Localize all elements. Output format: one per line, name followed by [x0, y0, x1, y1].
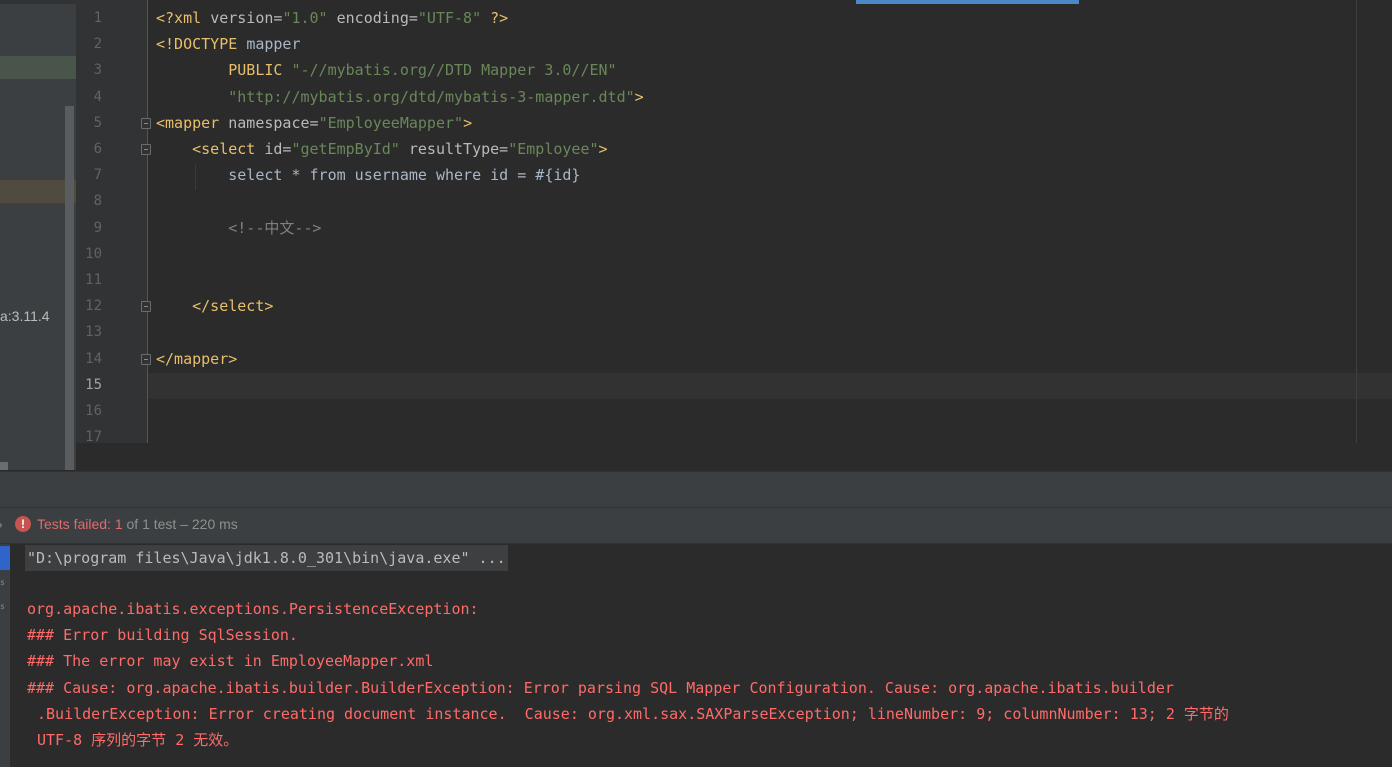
code-text[interactable]: <select id="getEmpById" resultType="Empl…	[156, 136, 608, 162]
line-number: 9	[93, 219, 102, 236]
line-number: 4	[93, 88, 102, 105]
line-number: 17	[85, 429, 102, 443]
code-text[interactable]: PUBLIC "-//mybatis.org//DTD Mapper 3.0//…	[156, 57, 617, 83]
console-error-line: ### The error may exist in EmployeeMappe…	[27, 652, 434, 671]
code-token: </mapper>	[156, 349, 238, 368]
code-token: id=	[264, 140, 292, 158]
code-token: "-//mybatis.org//DTD Mapper 3.0//EN"	[291, 61, 617, 80]
test-marker[interactable]: s	[0, 578, 5, 587]
code-token: version=	[210, 9, 283, 27]
project-panel-scrollbar[interactable]	[65, 106, 74, 470]
code-token: "Employee"	[508, 140, 599, 158]
run-toolbar: › ! Tests failed: 1 of 1 test – 220 ms	[0, 508, 1392, 544]
test-status: Tests failed: 1 of 1 test – 220 ms	[37, 516, 238, 532]
code-token: encoding=	[327, 9, 418, 27]
code-text[interactable]: select * from username where id = #{id}	[156, 162, 580, 188]
test-failed-count: 1	[114, 516, 123, 532]
console-error-continuation: UTF-8 序列的字节 2 无效。	[37, 731, 239, 749]
line-number: 8	[93, 193, 102, 210]
line-number: 6	[93, 141, 102, 157]
code-token: "UTF-8"	[417, 9, 482, 27]
code-text[interactable]: <!--中文-->	[156, 215, 321, 241]
test-marker[interactable]: s	[0, 602, 5, 611]
code-text[interactable]: <!DOCTYPE mapper	[156, 31, 301, 57]
code-token: "http://mybatis.org/dtd/mybatis-3-mapper…	[228, 87, 635, 106]
line-number: 11	[85, 272, 102, 288]
console-error-continuation: .BuilderException: Error creating docume…	[37, 704, 1229, 723]
code-text[interactable]: <?xml version="1.0" encoding="UTF-8" ?>	[156, 5, 508, 31]
line-number: 15	[85, 376, 102, 393]
fold-toggle-icon[interactable]	[141, 117, 151, 129]
code-token: mapper	[246, 35, 301, 54]
project-tree-highlight-green[interactable]	[0, 56, 76, 79]
project-panel: a:3.11.4	[0, 0, 76, 470]
code-token: <select	[192, 140, 265, 158]
code-token: <!DOCTYPE	[156, 35, 247, 54]
code-token: </select>	[192, 297, 274, 316]
selected-test-marker[interactable]	[0, 546, 10, 570]
dependency-version-label[interactable]: a:3.11.4	[0, 308, 50, 324]
console-command-line: "D:\program files\Java\jdk1.8.0_301\bin\…	[25, 545, 508, 571]
test-status-failed-label: Tests failed:	[37, 516, 115, 532]
line-number: 2	[93, 36, 102, 53]
code-token: "1.0"	[282, 9, 328, 27]
code-token: namespace=	[228, 113, 319, 132]
line-number: 3	[93, 62, 102, 79]
line-number: 13	[85, 324, 102, 341]
line-number: 5	[93, 114, 102, 131]
console-error-line: ### Cause: org.apache.ibatis.builder.Bui…	[27, 678, 1174, 697]
tool-window-header	[0, 471, 1392, 508]
current-line-highlight	[148, 373, 1392, 399]
code-token: <!--中文-->	[228, 218, 322, 237]
active-tab-indicator	[856, 0, 1079, 4]
code-token: ?>	[481, 9, 509, 27]
line-number: 1	[93, 10, 102, 26]
line-number: 7	[93, 167, 102, 184]
console-side-strip: s s	[0, 544, 10, 767]
editor-bottom-area	[76, 443, 1392, 471]
project-panel-hscrollbar[interactable]	[0, 462, 8, 470]
fold-toggle-icon[interactable]	[141, 353, 151, 365]
fold-toggle-icon[interactable]	[141, 301, 151, 313]
project-panel-topbar	[0, 0, 76, 4]
code-text[interactable]: </mapper>	[156, 346, 237, 372]
console-error-line: org.apache.ibatis.exceptions.Persistence…	[27, 600, 488, 618]
code-text[interactable]: "http://mybatis.org/dtd/mybatis-3-mapper…	[156, 84, 644, 110]
code-token: <mapper	[156, 113, 229, 132]
chevron-right-icon[interactable]: ›	[0, 516, 3, 532]
code-token: >	[598, 140, 608, 158]
code-token: resultType=	[399, 140, 509, 158]
code-text[interactable]: <mapper namespace="EmployeeMapper">	[156, 110, 472, 136]
code-editor[interactable]: 1 <?xml version="1.0" encoding="UTF-8" ?>…	[76, 0, 1392, 443]
code-token: "EmployeeMapper"	[318, 113, 464, 132]
line-number: 10	[85, 245, 102, 262]
line-number: 16	[85, 403, 102, 419]
error-icon: !	[15, 516, 31, 532]
code-token: >	[463, 113, 473, 132]
code-token: <?xml	[156, 9, 211, 27]
code-token: select * from username where id = #{id}	[156, 166, 581, 185]
code-text[interactable]: </select>	[156, 293, 273, 319]
line-number: 12	[85, 298, 102, 315]
test-status-summary: of 1 test – 220 ms	[122, 516, 238, 532]
fold-toggle-icon[interactable]	[141, 144, 151, 155]
code-token: >	[634, 87, 644, 106]
line-number: 14	[85, 350, 102, 367]
console-error-line: ### Error building SqlSession.	[27, 626, 298, 645]
right-margin-guide	[1356, 0, 1357, 443]
code-token: "getEmpById"	[291, 140, 400, 158]
console-output[interactable]: "D:\program files\Java\jdk1.8.0_301\bin\…	[10, 544, 1392, 767]
code-token: PUBLIC	[228, 61, 292, 80]
